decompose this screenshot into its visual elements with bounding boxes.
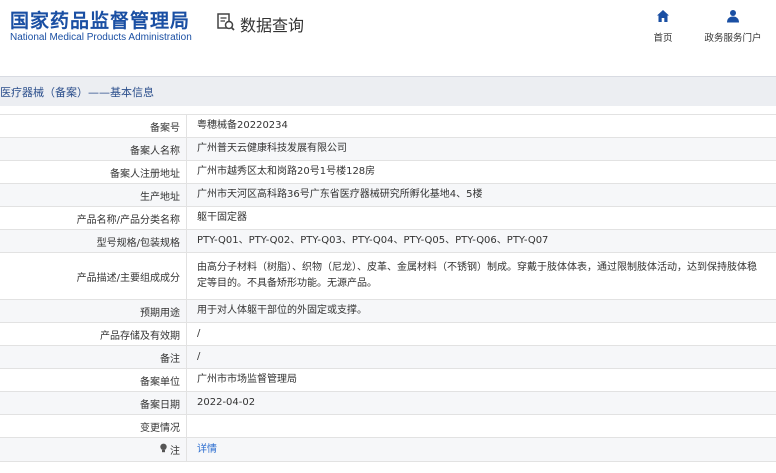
row-value: 躯干固定器	[186, 207, 776, 229]
row-value: 粤穗械备20220234	[186, 115, 776, 137]
logo-subtitle: National Medical Products Administration	[10, 32, 192, 43]
bulb-icon	[159, 443, 168, 456]
table-row: 产品描述/主要组成成分 由高分子材料（树脂）、织物（尼龙）、皮革、金属材料（不锈…	[0, 253, 776, 300]
nav-service-label: 政务服务门户	[704, 33, 762, 44]
row-value: 广州市越秀区太和岗路20号1号楼128房	[186, 161, 776, 183]
nav-service-portal[interactable]: 政务服务门户	[702, 8, 764, 44]
row-label: 备案日期	[140, 399, 180, 411]
table-row: 注 详情	[0, 438, 776, 462]
row-value: 广州普天云健康科技发展有限公司	[186, 138, 776, 160]
row-label: 产品存储及有效期	[100, 330, 180, 342]
row-value: /	[186, 323, 776, 345]
info-table: 备案号 粤穗械备20220234 备案人名称 广州普天云健康科技发展有限公司 备…	[0, 114, 776, 462]
table-row: 型号规格/包装规格 PTY-Q01、PTY-Q02、PTY-Q03、PTY-Q0…	[0, 230, 776, 253]
table-row: 备案单位 广州市市场监督管理局	[0, 369, 776, 392]
row-label: 备注	[160, 353, 180, 365]
row-value: 用于对人体躯干部位的外固定或支撑。	[186, 300, 776, 322]
row-label: 产品描述/主要组成成分	[76, 272, 180, 284]
row-value	[186, 415, 776, 437]
table-row: 生产地址 广州市天河区高科路36号广东省医疗器械研究所孵化基地4、5楼	[0, 184, 776, 207]
details-link[interactable]: 详情	[186, 438, 776, 461]
row-label: 预期用途	[140, 307, 180, 319]
row-label: 生产地址	[140, 191, 180, 203]
row-value: 广州市天河区高科路36号广东省医疗器械研究所孵化基地4、5楼	[186, 184, 776, 206]
row-label: 备案号	[150, 122, 180, 134]
document-search-icon	[216, 12, 236, 36]
section-title: 医疗器械（备案）——基本信息	[0, 86, 154, 99]
user-icon	[702, 8, 764, 27]
table-row: 备案人名称 广州普天云健康科技发展有限公司	[0, 138, 776, 161]
data-query-label: 数据查询	[240, 16, 305, 35]
nav-home[interactable]: 首页	[650, 8, 676, 44]
table-row: 备案号 粤穗械备20220234	[0, 115, 776, 138]
nav-home-label: 首页	[653, 33, 673, 44]
table-row: 变更情况	[0, 415, 776, 438]
table-row: 产品存储及有效期 /	[0, 323, 776, 346]
logo-title[interactable]: 国家药品监督管理局	[10, 6, 190, 33]
site-header: 国家药品监督管理局 National Medical Products Admi…	[0, 0, 776, 62]
row-label: 变更情况	[140, 422, 180, 434]
row-label: 产品名称/产品分类名称	[76, 214, 180, 226]
table-row: 产品名称/产品分类名称 躯干固定器	[0, 207, 776, 230]
table-row: 备注 /	[0, 346, 776, 369]
row-value: PTY-Q01、PTY-Q02、PTY-Q03、PTY-Q04、PTY-Q05、…	[186, 230, 776, 252]
row-label: 备案人名称	[130, 145, 180, 157]
row-value: 广州市市场监督管理局	[186, 369, 776, 391]
row-value: 由高分子材料（树脂）、织物（尼龙）、皮革、金属材料（不锈钢）制成。穿戴于肢体体表…	[186, 253, 776, 299]
data-query-link[interactable]: 数据查询	[216, 12, 304, 36]
table-row: 预期用途 用于对人体躯干部位的外固定或支撑。	[0, 300, 776, 323]
table-row: 备案人注册地址 广州市越秀区太和岗路20号1号楼128房	[0, 161, 776, 184]
section-header: 医疗器械（备案）——基本信息	[0, 76, 776, 106]
row-label-note: 注	[0, 438, 186, 461]
home-icon	[650, 8, 676, 27]
note-label: 注	[170, 446, 180, 457]
row-value: 2022-04-02	[186, 392, 776, 414]
row-value: /	[186, 346, 776, 368]
row-label: 备案单位	[140, 376, 180, 388]
row-label: 备案人注册地址	[110, 168, 180, 180]
row-label: 型号规格/包装规格	[96, 237, 180, 249]
table-row: 备案日期 2022-04-02	[0, 392, 776, 415]
